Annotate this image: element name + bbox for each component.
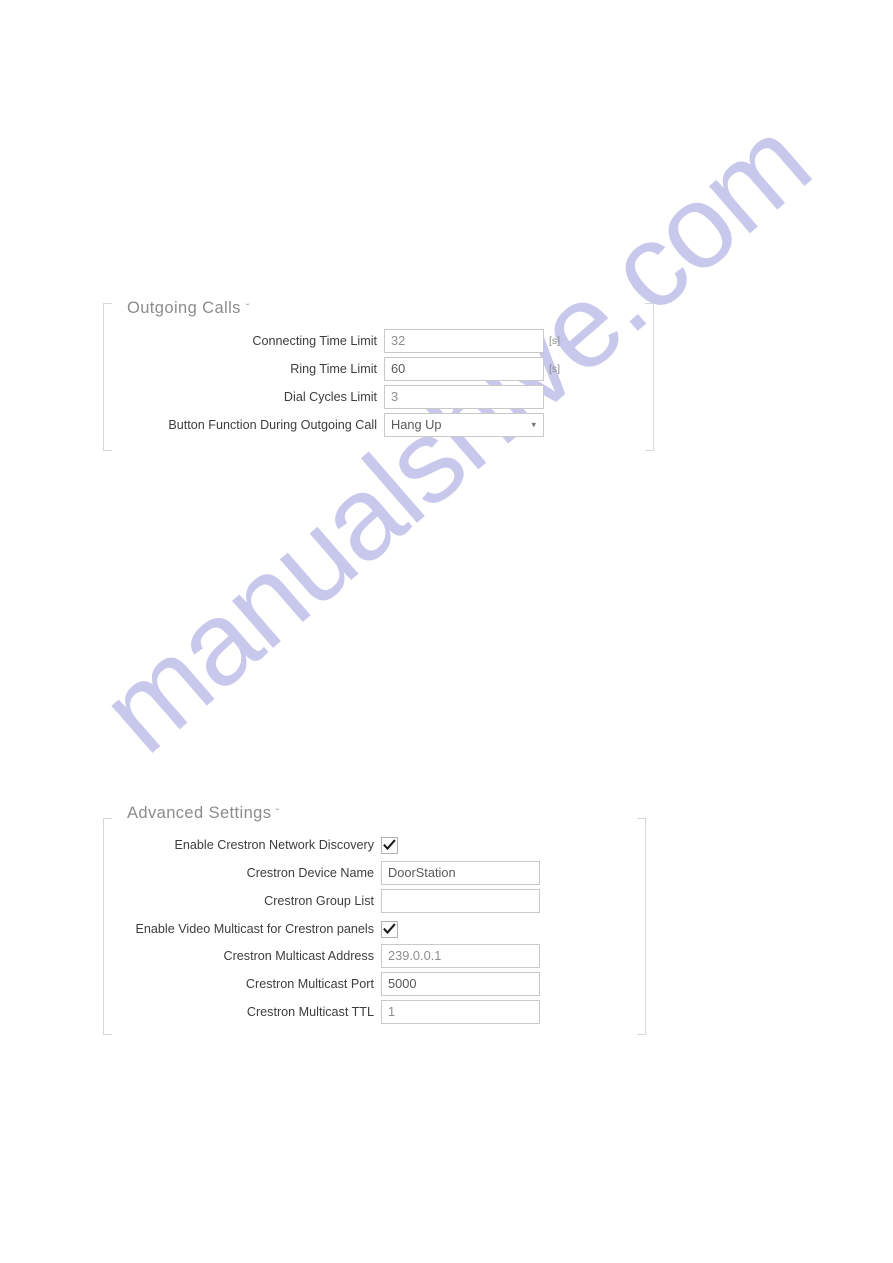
input-ring-time-limit[interactable]: 60 [384, 357, 544, 381]
select-button-function-during-outgoing-call[interactable]: Hang Up ▾ [384, 413, 544, 437]
label-connecting-time-limit: Connecting Time Limit [252, 333, 377, 348]
unit-connecting-time-limit: [s] [549, 334, 561, 347]
control-button-function-during-outgoing-call: Hang Up ▾ [384, 413, 544, 437]
settings-page: Outgoing Calls ˇ Connecting Time Limit 32… [0, 0, 893, 1263]
label-ring-time-limit: Ring Time Limit [290, 361, 377, 376]
input-connecting-time-limit[interactable]: 32 [384, 329, 544, 353]
field-row-crestron-multicast-port: Crestron Multicast Port 5000 [101, 972, 540, 996]
field-row-crestron-group-list: Crestron Group List [101, 889, 540, 913]
select-value: Hang Up [391, 417, 442, 432]
label-enable-crestron-network-discovery: Enable Crestron Network Discovery [174, 837, 374, 852]
section-title-outgoing-calls[interactable]: Outgoing Calls ˇ [127, 300, 250, 317]
chevron-down-icon: ˇ [275, 808, 281, 819]
checkbox-enable-crestron-network-discovery[interactable] [381, 836, 398, 854]
input-crestron-group-list[interactable] [381, 889, 540, 913]
checkbox-enable-video-multicast-for-crestron-panels[interactable] [381, 920, 398, 938]
input-dial-cycles-limit[interactable]: 3 [384, 385, 544, 409]
field-row-enable-video-multicast-for-crestron-panels: Enable Video Multicast for Crestron pane… [101, 917, 398, 941]
field-row-ring-time-limit: Ring Time Limit 60 [s] [104, 357, 560, 381]
input-crestron-multicast-port[interactable]: 5000 [381, 972, 540, 996]
field-row-connecting-time-limit: Connecting Time Limit 32 [s] [104, 329, 560, 353]
control-ring-time-limit: 60 [384, 357, 544, 381]
input-crestron-multicast-address[interactable]: 239.0.0.1 [381, 944, 540, 968]
section-title-text: Outgoing Calls [127, 299, 241, 317]
field-row-button-function-during-outgoing-call: Button Function During Outgoing Call Han… [104, 413, 544, 437]
check-icon [383, 838, 396, 850]
input-crestron-device-name[interactable]: DoorStation [381, 861, 540, 885]
field-row-enable-crestron-network-discovery: Enable Crestron Network Discovery [101, 833, 398, 857]
chevron-down-icon: ˇ [245, 303, 251, 314]
control-dial-cycles-limit: 3 [384, 385, 544, 409]
label-dial-cycles-limit: Dial Cycles Limit [283, 389, 377, 404]
label-crestron-group-list: Crestron Group List [264, 893, 374, 908]
check-icon [383, 922, 396, 934]
label-crestron-multicast-ttl: Crestron Multicast TTL [246, 1004, 374, 1019]
label-enable-video-multicast-for-crestron-panels: Enable Video Multicast for Crestron pane… [135, 921, 374, 936]
section-title-advanced-settings[interactable]: Advanced Settings ˇ [127, 805, 280, 822]
input-crestron-multicast-ttl[interactable]: 1 [381, 1000, 540, 1024]
label-crestron-device-name: Crestron Device Name [246, 865, 374, 880]
label-button-function-during-outgoing-call: Button Function During Outgoing Call [168, 417, 377, 432]
control-connecting-time-limit: 32 [384, 329, 544, 353]
label-crestron-multicast-address: Crestron Multicast Address [223, 948, 374, 963]
label-crestron-multicast-port: Crestron Multicast Port [245, 976, 374, 991]
field-row-crestron-multicast-ttl: Crestron Multicast TTL 1 [101, 1000, 540, 1024]
field-row-crestron-multicast-address: Crestron Multicast Address 239.0.0.1 [101, 944, 540, 968]
unit-ring-time-limit: [s] [549, 362, 561, 375]
chevron-down-icon: ▾ [531, 419, 536, 430]
field-row-dial-cycles-limit: Dial Cycles Limit 3 [104, 385, 549, 409]
section-title-text: Advanced Settings [127, 804, 272, 822]
field-row-crestron-device-name: Crestron Device Name DoorStation [101, 861, 540, 885]
